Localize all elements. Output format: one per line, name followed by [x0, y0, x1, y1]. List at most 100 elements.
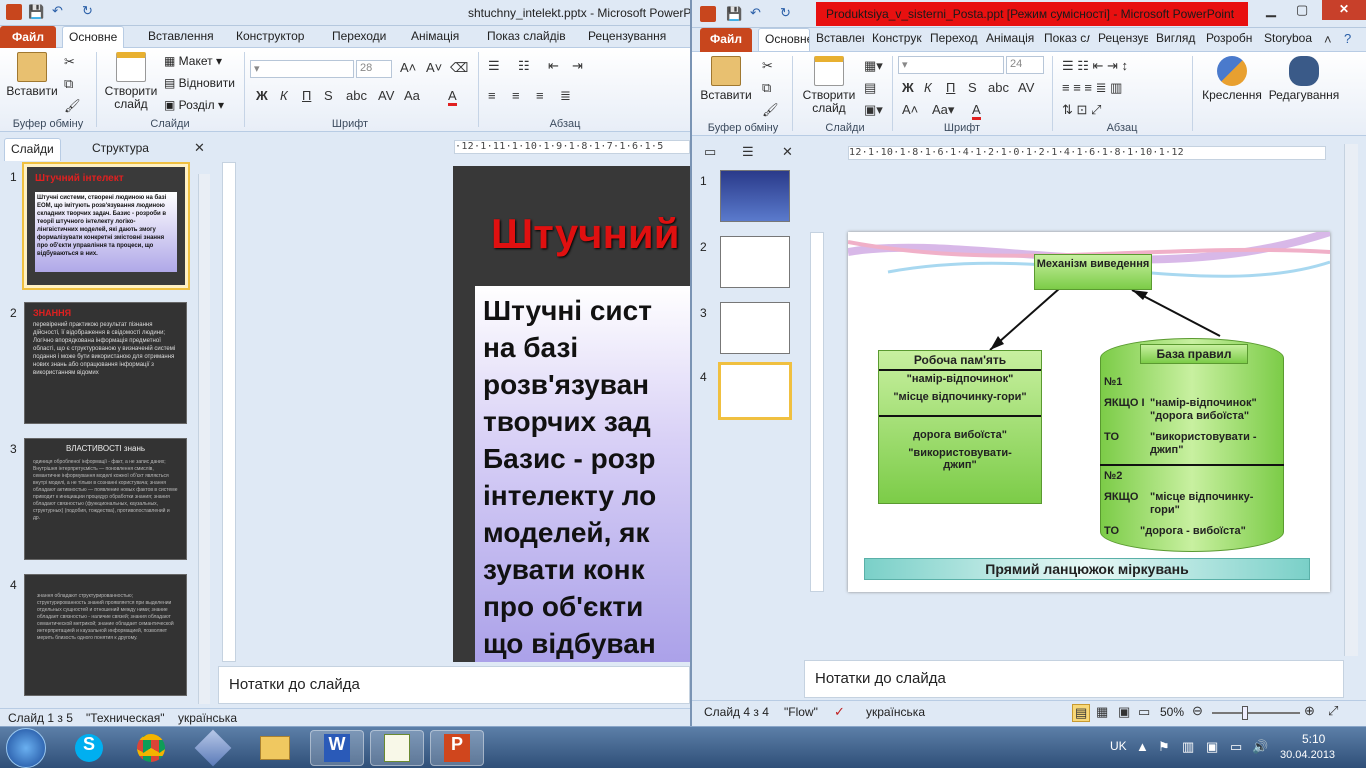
skype-taskbar-icon[interactable]: S: [62, 730, 116, 766]
tab-slideshow[interactable]: Показ слайдів: [487, 29, 566, 43]
left-notes-pane[interactable]: Нотатки до слайда: [218, 666, 690, 704]
redo-icon[interactable]: ↻: [82, 3, 93, 19]
paste-button[interactable]: Вставити: [6, 52, 58, 98]
numbering-icon[interactable]: ☷: [518, 58, 530, 74]
virtualbox-taskbar-icon[interactable]: [186, 729, 240, 767]
align-left-icon[interactable]: ≡: [488, 88, 496, 103]
case-icon[interactable]: Aa: [404, 88, 420, 103]
grow-font-icon[interactable]: A˄: [902, 102, 918, 117]
explorer-taskbar-icon[interactable]: [248, 730, 302, 766]
spellcheck-icon[interactable]: ✓: [834, 704, 845, 720]
format-painter-icon[interactable]: 🖌: [64, 98, 81, 114]
slide-title[interactable]: Штучний: [491, 210, 680, 258]
editing-button[interactable]: Редагування: [1268, 56, 1340, 102]
slide-thumb-4[interactable]: знання обладают структурированностью; ст…: [24, 574, 187, 696]
collapse-ribbon-icon[interactable]: ˄: [1324, 32, 1332, 47]
keyboard-language[interactable]: UK: [1110, 739, 1127, 753]
underline-icon[interactable]: П: [946, 80, 955, 95]
copy-icon[interactable]: ⧉: [64, 76, 73, 92]
close-panel-icon[interactable]: ✕: [194, 140, 205, 156]
format-painter-icon[interactable]: 🖌: [762, 102, 779, 118]
tab-view[interactable]: Вигляд: [1156, 31, 1202, 45]
zoom-in-icon[interactable]: ⊕: [1304, 703, 1315, 719]
tray-arrow-icon[interactable]: ▲: [1136, 739, 1149, 754]
slide-body[interactable]: Штучні сист на базі розв'язуван творчих …: [475, 286, 690, 662]
strike-icon[interactable]: S: [324, 88, 333, 103]
tab-animation[interactable]: Анімація: [986, 31, 1036, 45]
tab-review[interactable]: Рецензування: [588, 29, 666, 43]
battery-icon[interactable]: ▭: [1230, 739, 1242, 755]
right-thumb-4[interactable]: [718, 362, 792, 420]
new-slide-button[interactable]: Створити слайд: [102, 52, 160, 111]
reading-view-icon[interactable]: ▣: [1118, 704, 1130, 720]
start-button[interactable]: [6, 728, 46, 768]
align-icons[interactable]: ≡ ≡ ≡ ≣ ▥: [1062, 80, 1122, 96]
clock-time[interactable]: 5:10: [1302, 732, 1325, 746]
spacing-icon[interactable]: AV: [1018, 80, 1034, 95]
paste-button[interactable]: Вставити: [700, 56, 752, 102]
tab-transitions[interactable]: Переход: [930, 31, 978, 45]
panel-tab-outline[interactable]: Структура: [92, 141, 149, 155]
zoom-slider[interactable]: [1212, 706, 1300, 720]
right-thumb-2[interactable]: [720, 236, 790, 288]
sorter-view-icon[interactable]: ▦: [1096, 704, 1108, 720]
tab-design[interactable]: Конструк: [872, 31, 922, 45]
drawing-button[interactable]: Креслення: [1200, 56, 1264, 102]
font-name-box[interactable]: ▾: [898, 56, 1004, 74]
tab-home[interactable]: Основне: [758, 28, 810, 51]
right-thumb-1[interactable]: [720, 170, 790, 222]
shadow-icon[interactable]: abc: [988, 80, 1009, 95]
network-icon[interactable]: ▥: [1182, 739, 1194, 755]
tab-insert[interactable]: Вставлен: [816, 31, 864, 45]
new-slide-button[interactable]: Створити слайд: [798, 56, 860, 115]
tab-design[interactable]: Конструктор: [236, 29, 304, 43]
calc-taskbar-icon[interactable]: [370, 730, 424, 766]
italic-icon[interactable]: К: [924, 80, 932, 95]
justify-icon[interactable]: ≣: [560, 88, 571, 104]
copy-icon[interactable]: ⧉: [762, 80, 771, 96]
zoom-out-icon[interactable]: ⊖: [1192, 703, 1203, 719]
slide-thumb-2[interactable]: ЗНАННЯ перевірений практикою результат п…: [24, 302, 187, 424]
tab-insert[interactable]: Вставлення: [148, 29, 214, 43]
right-notes-pane[interactable]: Нотатки до слайда: [804, 660, 1344, 698]
outdent-icon[interactable]: ⇥: [572, 58, 583, 74]
layout-icon[interactable]: ▦▾: [864, 58, 883, 74]
bullets-icon[interactable]: ☰: [488, 58, 500, 74]
tab-animation[interactable]: Анімація: [411, 29, 459, 43]
working-memory-box[interactable]: Робоча пам'ять "намір-відпочинок" "місце…: [878, 350, 1042, 504]
redo-icon[interactable]: ↻: [780, 5, 791, 21]
font-size-box[interactable]: 28: [356, 60, 392, 78]
slide-footer-banner[interactable]: Прямий ланцюжок міркувань: [864, 558, 1310, 580]
minimize-icon[interactable]: ▁: [1266, 2, 1276, 18]
close-panel-icon[interactable]: ✕: [782, 144, 793, 160]
fit-slide-icon[interactable]: ⤢: [1328, 703, 1338, 719]
word-taskbar-icon[interactable]: W: [310, 730, 364, 766]
chrome-taskbar-icon[interactable]: [124, 730, 178, 766]
tab-review[interactable]: Рецензув: [1098, 31, 1148, 45]
maximize-icon[interactable]: ▢: [1296, 2, 1308, 18]
right-scrollbar[interactable]: [1344, 144, 1358, 656]
text-direction-icon[interactable]: ⇅ ⊡ ⤢: [1062, 102, 1101, 118]
right-thumb-3[interactable]: [720, 302, 790, 354]
save-icon[interactable]: 💾: [726, 6, 742, 22]
tab-developer[interactable]: Розробн: [1206, 31, 1256, 45]
normal-view-icon[interactable]: ▤: [1072, 704, 1091, 722]
slides-view-icon[interactable]: ▭: [704, 144, 716, 160]
section-button[interactable]: ▣ Розділ ▾: [164, 98, 224, 112]
outline-view-icon[interactable]: ☰: [742, 144, 754, 160]
shadow-icon[interactable]: abc: [346, 88, 367, 103]
font-color-icon[interactable]: A: [448, 88, 457, 106]
undo-icon[interactable]: ↶: [750, 5, 761, 21]
font-color-icon[interactable]: A: [972, 102, 981, 120]
tab-slideshow[interactable]: Показ сл: [1044, 31, 1090, 45]
font-size-box[interactable]: 24: [1006, 56, 1044, 74]
inference-engine-box[interactable]: Механізм виведення: [1034, 254, 1152, 290]
file-tab[interactable]: Файл: [700, 28, 752, 52]
bullets-icon[interactable]: ☰ ☷ ⇤ ⇥ ↕: [1062, 58, 1128, 74]
font-name-box[interactable]: ▾: [250, 60, 354, 78]
align-right-icon[interactable]: ≡: [536, 88, 544, 103]
panel-tab-slides[interactable]: Слайди: [4, 138, 61, 161]
save-icon[interactable]: 💾: [28, 4, 44, 20]
strike-icon[interactable]: S: [968, 80, 977, 95]
tab-transitions[interactable]: Переходи: [332, 29, 386, 43]
